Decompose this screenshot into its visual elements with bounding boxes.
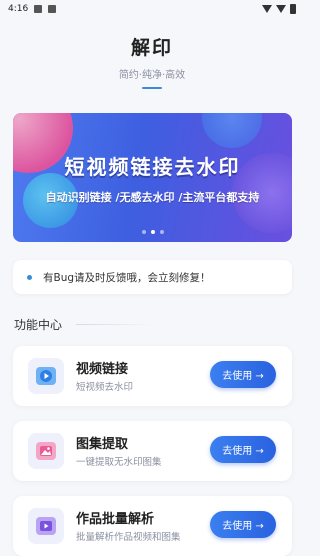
notice-bar: 有Bug请及时反馈哦，会立刻修复！	[13, 260, 292, 294]
feature-icon-container	[28, 433, 64, 469]
app-subtitle: 简约·纯净·高效	[118, 70, 186, 81]
feature-card-image-extract[interactable]: 图集提取 一键提取无水印图集 去使用 →	[13, 421, 292, 481]
feature-title: 作品批量解析	[76, 512, 155, 527]
section-divider	[76, 324, 156, 325]
banner-decoration	[202, 113, 262, 148]
feature-card-video-link[interactable]: 视频链接 短视频去水印 去使用 →	[13, 346, 292, 406]
use-button-batch-parse[interactable]: 去使用 →	[210, 511, 276, 538]
use-button-image-extract[interactable]: 去使用 →	[210, 436, 276, 463]
gallery-notification-icon	[34, 5, 43, 13]
status-bar: 4:16	[0, 0, 304, 18]
feature-title: 视频链接	[76, 362, 129, 377]
signal-icon	[276, 5, 286, 13]
image-icon	[36, 442, 56, 460]
app-title: 解印	[130, 37, 173, 59]
feature-desc: 短视频去水印	[76, 382, 134, 393]
feature-desc: 批量解析作品视频和图集	[76, 532, 181, 543]
feature-icon-container	[28, 508, 64, 544]
wifi-icon	[262, 5, 272, 13]
notice-dot-icon	[27, 274, 32, 280]
carousel-indicator[interactable]	[13, 230, 292, 234]
app-notification-icon	[48, 5, 57, 13]
section-title: 功能中心	[14, 318, 63, 332]
carousel-dot[interactable]	[141, 230, 146, 234]
battery-icon	[290, 4, 296, 14]
play-icon	[36, 367, 56, 385]
feature-icon-container	[28, 358, 64, 394]
feature-card-batch-parse[interactable]: 作品批量解析 批量解析作品视频和图集 去使用 →	[13, 496, 292, 556]
banner-subtitle: 自动识别链接 /无感去水印 /主流平台都支持	[45, 191, 260, 204]
batch-icon	[36, 517, 56, 535]
banner-title: 短视频链接去水印	[64, 155, 241, 179]
notice-text: 有Bug请及时反馈哦，会立刻修复！	[43, 271, 211, 284]
use-button-video-link[interactable]: 去使用 →	[210, 361, 276, 388]
status-time: 4:16	[8, 4, 29, 14]
feature-desc: 一键提取无水印图集	[76, 457, 162, 468]
title-underline	[142, 87, 162, 89]
carousel-dot[interactable]	[159, 230, 164, 234]
feature-title: 图集提取	[76, 437, 129, 452]
promo-banner[interactable]: 短视频链接去水印 自动识别链接 /无感去水印 /主流平台都支持	[13, 113, 292, 242]
carousel-dot[interactable]	[150, 230, 155, 234]
